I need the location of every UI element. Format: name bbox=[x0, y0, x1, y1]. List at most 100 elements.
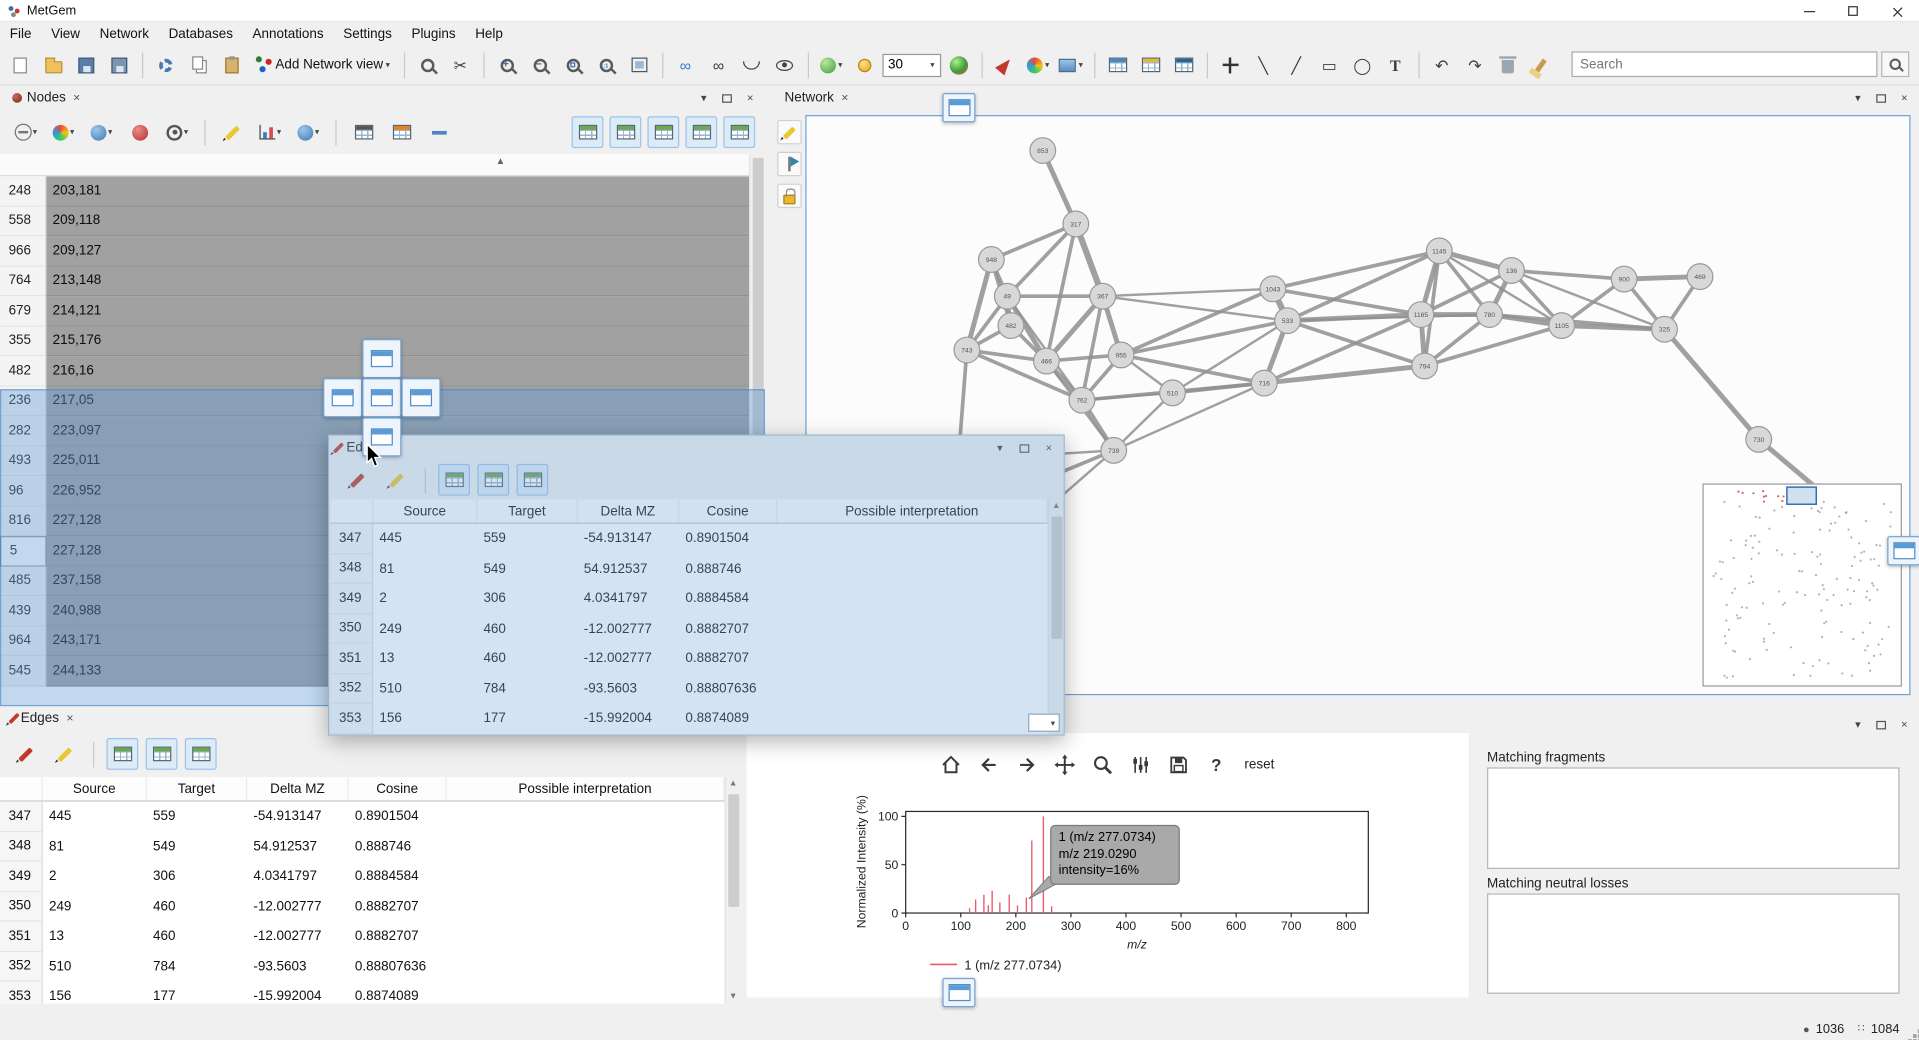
edges-column-header[interactable]: Delta MZ bbox=[578, 499, 680, 522]
network-node[interactable]: 482 bbox=[998, 313, 1024, 339]
dock-indicator-left[interactable] bbox=[323, 378, 362, 417]
flag-button[interactable] bbox=[777, 152, 801, 176]
network-edge[interactable] bbox=[1425, 326, 1562, 366]
hide-isolated-nodes-button[interactable] bbox=[736, 50, 767, 81]
arrow-tool-button[interactable]: ╱ bbox=[1281, 50, 1312, 81]
network-edge[interactable] bbox=[1007, 224, 1076, 296]
node-chart-button[interactable]: ▾ bbox=[255, 116, 287, 148]
ellipse-tool-button[interactable]: ◯ bbox=[1347, 50, 1378, 81]
unlink-selection-button[interactable]: ∞ bbox=[703, 50, 734, 81]
network-node[interactable]: 1165 bbox=[1408, 302, 1434, 328]
edges-table-row[interactable]: 347445559-54.9131470.8901504 bbox=[0, 802, 725, 832]
scroll-up-icon[interactable]: ▲ bbox=[726, 780, 741, 789]
network-minimap[interactable] bbox=[1702, 483, 1901, 686]
network-node[interactable]: 743 bbox=[954, 337, 980, 363]
network-node[interactable]: 533 bbox=[1275, 308, 1301, 334]
process-data-button[interactable] bbox=[151, 50, 182, 81]
network-node[interactable]: 136 bbox=[1499, 258, 1525, 284]
network-node[interactable]: 900 bbox=[1611, 266, 1637, 292]
show-group-columns-button[interactable] bbox=[685, 116, 717, 148]
save-project-as-button[interactable] bbox=[104, 50, 135, 81]
network-node[interactable]: 780 bbox=[1477, 302, 1503, 328]
node-size-select[interactable]: 30 ▾ bbox=[882, 53, 941, 76]
edges-table-view-1-button[interactable] bbox=[106, 738, 138, 770]
network-node[interactable]: 739 bbox=[1101, 438, 1127, 464]
menu-plugins[interactable]: Plugins bbox=[402, 24, 466, 44]
edges-table-row[interactable]: 35113460-12.0027770.8882707 bbox=[0, 922, 725, 952]
node-fill-button[interactable]: ▾ bbox=[86, 116, 118, 148]
edges-table-row[interactable]: 3488154954.9125370.888746 bbox=[330, 554, 1047, 584]
export-image-button[interactable]: ▾ bbox=[1056, 50, 1087, 81]
network-node[interactable]: 510 bbox=[1160, 380, 1186, 406]
menu-settings[interactable]: Settings bbox=[333, 24, 401, 44]
edges-column-header[interactable]: Source bbox=[373, 499, 477, 522]
search-button[interactable] bbox=[1881, 51, 1909, 77]
nodes-table-row[interactable]: 966209,127 bbox=[0, 236, 749, 266]
rect-tool-button[interactable]: ▭ bbox=[1314, 50, 1345, 81]
dock-indicator-center[interactable] bbox=[362, 378, 401, 417]
dock-indicator-edge-top[interactable] bbox=[942, 93, 975, 122]
network-node[interactable]: 367 bbox=[1090, 283, 1116, 309]
scroll-down-icon[interactable]: ▼ bbox=[726, 993, 741, 1002]
nodes-table-row[interactable]: 764213,148 bbox=[0, 266, 749, 296]
edges-table-row[interactable]: 352510784-93.56030.88807636 bbox=[0, 952, 725, 982]
network-node[interactable]: 1105 bbox=[1549, 313, 1575, 339]
tab-close-icon[interactable]: × bbox=[66, 712, 73, 725]
edges-column-header[interactable]: Cosine bbox=[679, 499, 777, 522]
dock-menu-button[interactable]: ▾ bbox=[694, 89, 714, 106]
edges-table-view-2-button[interactable] bbox=[477, 464, 509, 496]
highlight-nodes-button[interactable] bbox=[217, 116, 249, 148]
node-red-button[interactable] bbox=[124, 116, 156, 148]
export-results-button[interactable] bbox=[1168, 50, 1199, 81]
highlight-edges-red-button[interactable] bbox=[10, 738, 42, 770]
nodes-table-row[interactable]: 679214,121 bbox=[0, 296, 749, 326]
remove-nodes-button[interactable]: ▾ bbox=[10, 116, 42, 148]
screenshot-button[interactable] bbox=[412, 50, 443, 81]
search-input[interactable] bbox=[1571, 51, 1877, 77]
network-node[interactable]: 317 bbox=[1063, 211, 1089, 237]
edges-table-row[interactable]: 350249460-12.0027770.8882707 bbox=[0, 892, 725, 922]
edges-table-row[interactable]: 352510784-93.56030.88807636 bbox=[330, 674, 1047, 704]
edges-column-header[interactable]: Possible interpretation bbox=[777, 499, 1047, 522]
edges-column-header[interactable]: Cosine bbox=[349, 777, 447, 800]
node-target-button[interactable]: ▾ bbox=[162, 116, 194, 148]
forward-button[interactable] bbox=[1012, 750, 1041, 779]
edges-column-header[interactable]: Target bbox=[147, 777, 247, 800]
dock-indicator-right[interactable] bbox=[401, 378, 440, 417]
edges-table-row[interactable]: 34923064.03417970.8884584 bbox=[0, 862, 725, 892]
nodes-table-row[interactable]: 558209,118 bbox=[0, 206, 749, 236]
menu-network[interactable]: Network bbox=[90, 24, 159, 44]
zoom-fit-button[interactable] bbox=[558, 50, 589, 81]
dock-indicator-top[interactable] bbox=[362, 339, 401, 378]
network-edge[interactable] bbox=[1103, 296, 1288, 320]
network-node[interactable]: 325 bbox=[1652, 316, 1678, 342]
dock-menu-button[interactable]: ▾ bbox=[990, 439, 1010, 456]
table-color-button[interactable] bbox=[386, 116, 418, 148]
edges-table-row[interactable]: 34923064.03417970.8884584 bbox=[330, 584, 1047, 614]
add-network-view-button[interactable]: Add Network view ▾ bbox=[250, 50, 396, 81]
dock-indicator-edge-right[interactable] bbox=[1887, 536, 1919, 565]
show-neutral-losses-button[interactable] bbox=[610, 116, 642, 148]
annotate-pen-button[interactable] bbox=[777, 120, 801, 144]
highlight-edges-yellow-button[interactable] bbox=[49, 738, 81, 770]
network-node[interactable]: 730 bbox=[1746, 427, 1772, 453]
export-database-button[interactable] bbox=[1135, 50, 1166, 81]
clean-button[interactable] bbox=[1526, 50, 1557, 81]
edges-table-row[interactable]: 353156177-15.9920040.8874089 bbox=[0, 982, 725, 1004]
color-nodes-button[interactable] bbox=[943, 50, 974, 81]
show-all-columns-button[interactable] bbox=[572, 116, 604, 148]
tab-close-icon[interactable]: × bbox=[841, 91, 848, 104]
network-edge[interactable] bbox=[1114, 383, 1265, 450]
dock-close-button[interactable]: × bbox=[740, 89, 760, 106]
zoom-out-button[interactable] bbox=[525, 50, 556, 81]
network-node[interactable]: 1145 bbox=[1426, 238, 1452, 264]
dock-close-button[interactable]: × bbox=[1895, 89, 1915, 106]
show-isolated-nodes-button[interactable] bbox=[769, 50, 800, 81]
zoom-button[interactable] bbox=[1088, 750, 1117, 779]
edges-column-header[interactable]: Delta MZ bbox=[247, 777, 349, 800]
pie-charts-button[interactable]: ▾ bbox=[816, 50, 847, 81]
edges-table-row[interactable]: 347445559-54.9131470.8901504 bbox=[330, 524, 1047, 554]
fullscreen-button[interactable] bbox=[624, 50, 655, 81]
edges-table-scrollbar[interactable]: ▲ ▼ bbox=[725, 777, 741, 1003]
close-button[interactable] bbox=[1875, 0, 1919, 22]
